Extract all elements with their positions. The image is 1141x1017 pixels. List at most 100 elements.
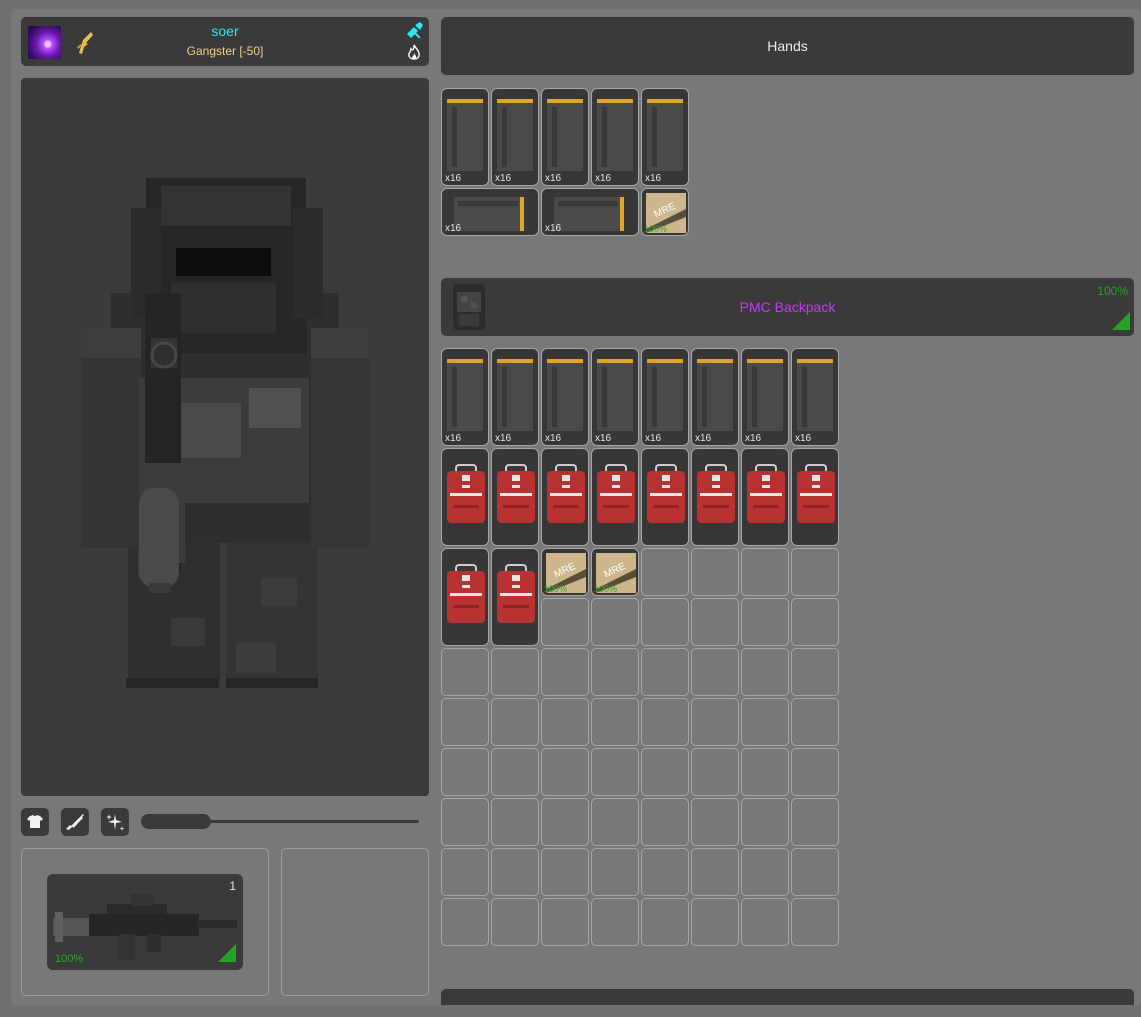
magazine-item[interactable]: x16 — [791, 348, 839, 446]
empty-slot[interactable] — [791, 548, 839, 596]
empty-slot[interactable] — [491, 698, 539, 746]
empty-slot[interactable] — [691, 798, 739, 846]
empty-slot[interactable] — [441, 898, 489, 946]
empty-slot[interactable] — [791, 898, 839, 946]
zoom-slider[interactable] — [141, 814, 419, 829]
empty-slot[interactable] — [791, 598, 839, 646]
magazine-item[interactable]: x16 — [641, 348, 689, 446]
outfit-button[interactable] — [21, 808, 49, 836]
empty-slot[interactable] — [741, 798, 789, 846]
empty-slot[interactable] — [641, 648, 689, 696]
empty-slot[interactable] — [441, 698, 489, 746]
empty-slot[interactable] — [641, 598, 689, 646]
empty-slot[interactable] — [691, 848, 739, 896]
magazine-item[interactable]: x16 — [441, 348, 489, 446]
empty-slot[interactable] — [691, 898, 739, 946]
empty-slot[interactable] — [491, 898, 539, 946]
magazine-item[interactable]: x16 — [641, 88, 689, 186]
empty-slot[interactable] — [691, 748, 739, 796]
magazine-item[interactable]: x16 — [591, 88, 639, 186]
medkit-item[interactable] — [741, 448, 789, 546]
empty-slot[interactable] — [691, 648, 739, 696]
magazine-item[interactable]: x16 — [441, 188, 539, 236]
empty-slot[interactable] — [541, 698, 589, 746]
magazine-item[interactable]: x16 — [741, 348, 789, 446]
empty-slot[interactable] — [541, 748, 589, 796]
empty-slot[interactable] — [641, 698, 689, 746]
next-container-header[interactable] — [441, 989, 1134, 1005]
empty-slot[interactable] — [491, 848, 539, 896]
empty-slot[interactable] — [591, 848, 639, 896]
magazine-item[interactable]: x16 — [491, 88, 539, 186]
empty-slot[interactable] — [741, 748, 789, 796]
empty-slot[interactable] — [641, 798, 689, 846]
medkit-item[interactable] — [791, 448, 839, 546]
empty-slot[interactable] — [591, 648, 639, 696]
fire-icon[interactable] — [405, 44, 423, 62]
empty-slot[interactable] — [791, 648, 839, 696]
mre-item[interactable]: MRE 100% — [591, 548, 639, 596]
empty-slot[interactable] — [441, 798, 489, 846]
empty-slot[interactable] — [641, 898, 689, 946]
empty-slot[interactable] — [441, 848, 489, 896]
empty-slot[interactable] — [541, 798, 589, 846]
magazine-item[interactable]: x16 — [491, 348, 539, 446]
empty-slot[interactable] — [591, 898, 639, 946]
effects-button[interactable] — [101, 808, 129, 836]
magazine-item[interactable]: x16 — [441, 88, 489, 186]
magazine-item[interactable]: x16 — [541, 348, 589, 446]
empty-slot[interactable] — [591, 598, 639, 646]
secondary-weapon-slot[interactable] — [281, 848, 429, 996]
medkit-item[interactable] — [491, 448, 539, 546]
empty-slot[interactable] — [741, 598, 789, 646]
empty-slot[interactable] — [741, 698, 789, 746]
medkit-item[interactable] — [591, 448, 639, 546]
empty-slot[interactable] — [691, 598, 739, 646]
empty-slot[interactable] — [641, 748, 689, 796]
empty-slot[interactable] — [491, 798, 539, 846]
medkit-item[interactable] — [541, 448, 589, 546]
rifle-item[interactable]: 1 100% — [47, 874, 243, 970]
medkit-item[interactable] — [691, 448, 739, 546]
item-quantity: x16 — [545, 433, 562, 444]
magazine-item[interactable]: x16 — [541, 188, 639, 236]
empty-slot[interactable] — [741, 898, 789, 946]
empty-slot[interactable] — [641, 848, 689, 896]
empty-slot[interactable] — [541, 598, 589, 646]
empty-slot[interactable] — [541, 898, 589, 946]
empty-slot[interactable] — [591, 798, 639, 846]
medkit-item[interactable] — [441, 548, 489, 646]
magazine-item[interactable]: x16 — [541, 88, 589, 186]
empty-slot[interactable] — [441, 748, 489, 796]
empty-slot[interactable] — [741, 848, 789, 896]
empty-slot[interactable] — [541, 848, 589, 896]
empty-slot[interactable] — [641, 548, 689, 596]
magazine-item[interactable]: x16 — [591, 348, 639, 446]
medkit-item[interactable] — [641, 448, 689, 546]
mre-item[interactable]: MRE 100% — [541, 548, 589, 596]
empty-slot[interactable] — [791, 798, 839, 846]
empty-slot[interactable] — [441, 648, 489, 696]
hammer-icon[interactable] — [405, 22, 423, 40]
empty-slot[interactable] — [591, 748, 639, 796]
empty-slot[interactable] — [591, 698, 639, 746]
empty-slot[interactable] — [541, 648, 589, 696]
medkit-item[interactable] — [441, 448, 489, 546]
zoom-slider-thumb[interactable] — [141, 814, 211, 829]
empty-slot[interactable] — [791, 848, 839, 896]
primary-weapon-slot[interactable]: 1 100% — [21, 848, 269, 996]
empty-slot[interactable] — [741, 648, 789, 696]
character-preview[interactable] — [21, 78, 429, 796]
magazine-item[interactable]: x16 — [691, 348, 739, 446]
mre-item[interactable]: MRE 100% — [641, 188, 689, 236]
empty-slot[interactable] — [791, 748, 839, 796]
empty-slot[interactable] — [691, 698, 739, 746]
empty-slot[interactable] — [791, 698, 839, 746]
empty-slot[interactable] — [491, 748, 539, 796]
medkit-item[interactable] — [491, 548, 539, 646]
empty-slot[interactable] — [741, 548, 789, 596]
empty-slot[interactable] — [691, 548, 739, 596]
backpack-header[interactable]: PMC Backpack 100% — [441, 278, 1134, 336]
empty-slot[interactable] — [491, 648, 539, 696]
weapons-button[interactable] — [61, 808, 89, 836]
